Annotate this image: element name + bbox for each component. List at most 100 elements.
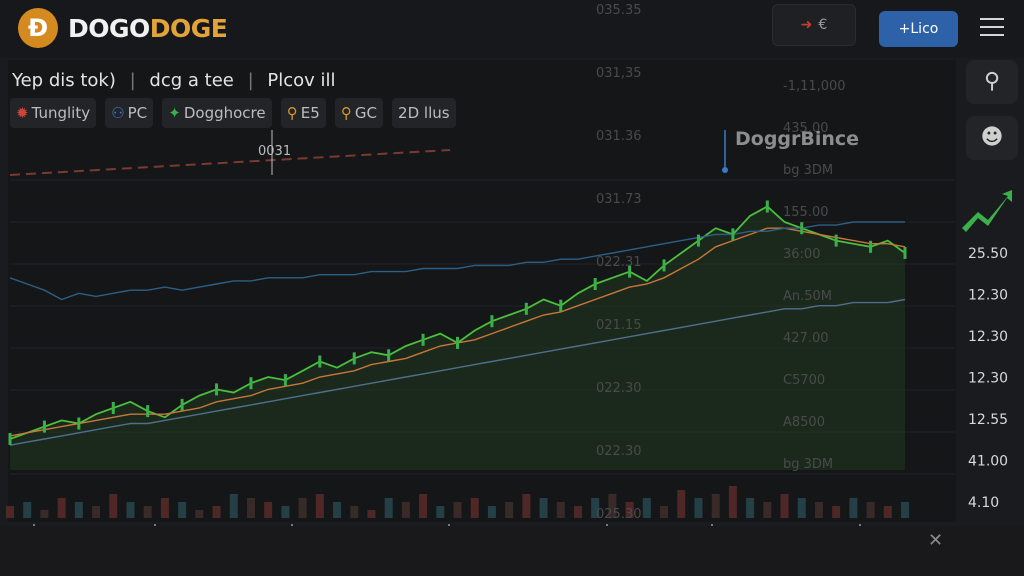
candle-mark xyxy=(8,433,12,445)
volume-bar xyxy=(849,498,858,518)
volume-bar xyxy=(109,494,118,518)
mid-axis-label: 025.30 xyxy=(596,507,642,522)
subtitle-part-b: dcg a tee xyxy=(149,70,234,91)
volume-bar xyxy=(711,494,720,518)
watermark: DoggrBince xyxy=(735,128,860,150)
secondary-axis-label: bg 3DM xyxy=(783,163,833,178)
close-icon[interactable]: ✕ xyxy=(928,530,943,551)
volume-bar xyxy=(401,502,410,518)
user-icon: ⚇ xyxy=(111,104,125,122)
volume-bar xyxy=(832,506,841,518)
mid-axis-label: 022.30 xyxy=(596,381,642,396)
chart-subtitle: Yep dis tok) | dcg a tee | Plcov ill xyxy=(12,70,336,91)
volume-bar xyxy=(694,498,703,518)
candle-mark xyxy=(249,377,253,390)
volume-bar xyxy=(797,498,806,518)
chip-2d[interactable]: 2D llus xyxy=(392,98,456,128)
volume-bar xyxy=(677,490,686,518)
volume-bar xyxy=(264,502,273,518)
volume-bar xyxy=(866,502,875,518)
arrow-up-icon: ✦ xyxy=(168,104,181,122)
candle-mark xyxy=(352,352,356,365)
annotation-label: 0031 xyxy=(258,144,291,159)
volume-bar xyxy=(143,506,152,518)
pin-icon[interactable]: ⚲ xyxy=(966,60,1018,104)
chip-e5[interactable]: ⚲ E5 xyxy=(280,98,326,128)
volume-bar xyxy=(505,502,514,518)
mid-axis-label: 031,35 xyxy=(596,66,642,81)
chip-tunglity[interactable]: ✹ Tunglity xyxy=(10,98,97,128)
mid-axis-label: 031.36 xyxy=(596,129,642,144)
volume-bar xyxy=(814,502,823,518)
candle-mark xyxy=(662,259,666,272)
volume-bar xyxy=(470,498,479,518)
search-icon: ⚲ xyxy=(340,104,352,122)
volume-bar xyxy=(573,506,582,518)
candle-mark xyxy=(559,299,563,312)
side-toolbar: ⚲ ☻ xyxy=(960,58,1024,518)
volume-bar xyxy=(539,498,548,518)
secondary-axis-label: bg 3DM xyxy=(783,457,833,472)
secondary-axis-label: An.50M xyxy=(783,289,832,304)
chip-gc[interactable]: ⚲ GC xyxy=(334,98,383,128)
candle-mark xyxy=(42,420,46,433)
volume-bar xyxy=(728,486,737,518)
secondary-axis-label: A8500 xyxy=(783,415,825,430)
volume-bar xyxy=(780,494,789,518)
candle-mark xyxy=(146,405,150,418)
volume-bar xyxy=(195,510,204,518)
candle-mark xyxy=(800,222,804,235)
avatar-icon[interactable]: ☻ xyxy=(966,116,1018,160)
candle-mark xyxy=(869,240,873,253)
mid-axis-label: 022.30 xyxy=(596,444,642,459)
secondary-axis-label: 36:00 xyxy=(783,247,820,262)
secondary-axis-label: 155.00 xyxy=(783,205,829,220)
candle-mark xyxy=(834,234,838,247)
candle-mark xyxy=(903,247,907,259)
volume-bar xyxy=(367,510,376,518)
candle-mark xyxy=(180,398,184,411)
volume-bar xyxy=(883,506,892,518)
volume-bar xyxy=(453,502,462,518)
candle-mark xyxy=(318,355,322,368)
volume-bar xyxy=(6,506,14,518)
volume-bar xyxy=(160,498,169,518)
volume-bar xyxy=(660,506,669,518)
gear-icon: ✹ xyxy=(16,104,29,122)
candle-mark xyxy=(387,349,391,362)
mid-axis-label: 031.73 xyxy=(596,192,642,207)
volume-bar xyxy=(350,506,359,518)
mid-axis-label: 022.31 xyxy=(596,255,642,270)
volume-bar xyxy=(92,506,101,518)
candle-mark xyxy=(490,315,494,328)
candle-mark xyxy=(215,383,219,396)
chip-label: Tunglity xyxy=(31,104,91,122)
chip-label: PC xyxy=(127,104,148,122)
annotation-line xyxy=(9,149,451,176)
volume-bar xyxy=(229,494,238,518)
volume-bar xyxy=(384,498,393,518)
candle-mark xyxy=(524,302,528,315)
secondary-axis-label: 427.00 xyxy=(783,331,829,346)
volume-bar xyxy=(436,506,445,518)
candle-mark xyxy=(283,374,287,387)
secondary-axis-label: -1,11,000 xyxy=(783,79,846,94)
chip-dogghocre[interactable]: ✦ Dogghocre xyxy=(162,98,272,128)
volume-bar xyxy=(763,502,772,518)
chip-label: 2D llus xyxy=(398,104,450,122)
volume-bar xyxy=(419,494,428,518)
volume-bar xyxy=(642,498,651,518)
marker-dot xyxy=(722,167,728,173)
volume-bar xyxy=(23,502,32,518)
volume-bar xyxy=(556,502,565,518)
x-axis-bar xyxy=(0,526,1024,576)
chip-pc[interactable]: ⚇ PC xyxy=(105,98,154,128)
candle-mark xyxy=(421,333,425,346)
mid-axis-label: 035.35 xyxy=(596,3,642,18)
volume-bar xyxy=(298,498,307,518)
volume-bar xyxy=(212,506,221,518)
search-icon: ⚲ xyxy=(286,104,298,122)
mid-axis-label: 021.15 xyxy=(596,318,642,333)
indicator-chips: ✹ Tunglity ⚇ PC ✦ Dogghocre ⚲ E5 ⚲ GC 2D llus xyxy=(10,98,460,130)
candle-mark xyxy=(731,228,735,241)
